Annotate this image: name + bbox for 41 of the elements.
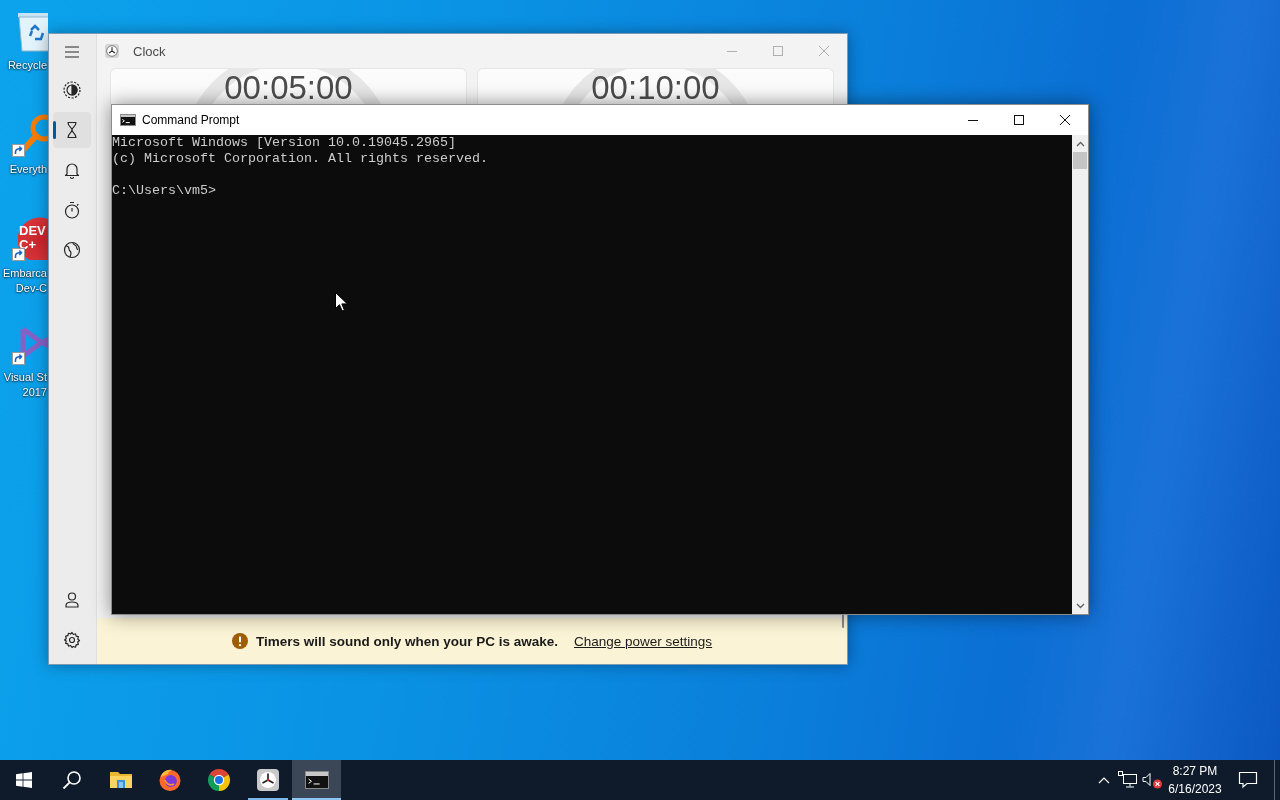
icon-label[interactable]: Visual St 2017	[3, 370, 47, 400]
stopwatch-icon	[62, 200, 82, 220]
console-line: (c) Microsoft Corporation. All rights reserved.	[112, 151, 488, 167]
taskbar-button[interactable]	[292, 760, 341, 800]
folder-icon	[108, 770, 133, 790]
icon-label[interactable]: Recycle	[7, 58, 47, 73]
window-title: Clock	[133, 43, 166, 59]
console-icon	[304, 771, 329, 789]
maximize-icon	[1014, 115, 1024, 125]
clock-app-icon	[104, 43, 120, 59]
close-icon	[1060, 115, 1070, 125]
console-line: C:\Users\vm5>	[112, 183, 216, 199]
warning-icon	[231, 633, 248, 649]
chevron-up-icon	[1098, 776, 1110, 784]
window-title: Command Prompt	[142, 113, 240, 127]
globe-icon	[62, 240, 82, 260]
notice-text: Timers will sound only when your PC is awake.	[255, 633, 558, 649]
console-line: Microsoft Windows [Version 10.0.19045.2965]	[112, 135, 456, 151]
timer-time: 00:05:00	[224, 71, 353, 104]
timer-time: 00:10:00	[591, 71, 720, 104]
settings-icon	[62, 630, 82, 650]
icon-label[interactable]: Embarca Dev-C	[2, 266, 47, 296]
icon-label[interactable]: Everyth	[9, 162, 47, 177]
person-icon	[62, 590, 82, 610]
close-icon	[819, 46, 829, 56]
network-icon	[1118, 771, 1138, 789]
bell-icon	[62, 160, 82, 180]
mouse-cursor-icon	[335, 292, 348, 312]
maximize-icon	[773, 46, 783, 56]
clock-icon	[255, 768, 280, 792]
scrollbar-thumb[interactable]	[1073, 152, 1087, 169]
windows-logo-icon	[16, 772, 32, 788]
console-icon	[120, 114, 136, 126]
notification-icon	[1238, 771, 1258, 789]
focus-icon	[62, 80, 82, 100]
search-icon	[62, 770, 82, 790]
clock-button[interactable]: 8:27 PM 6/16/2023	[1164, 760, 1226, 800]
firefox-icon	[157, 768, 182, 792]
caret-down-icon	[1075, 602, 1085, 609]
chrome-icon	[206, 768, 231, 792]
caret-up-icon	[1075, 140, 1085, 147]
